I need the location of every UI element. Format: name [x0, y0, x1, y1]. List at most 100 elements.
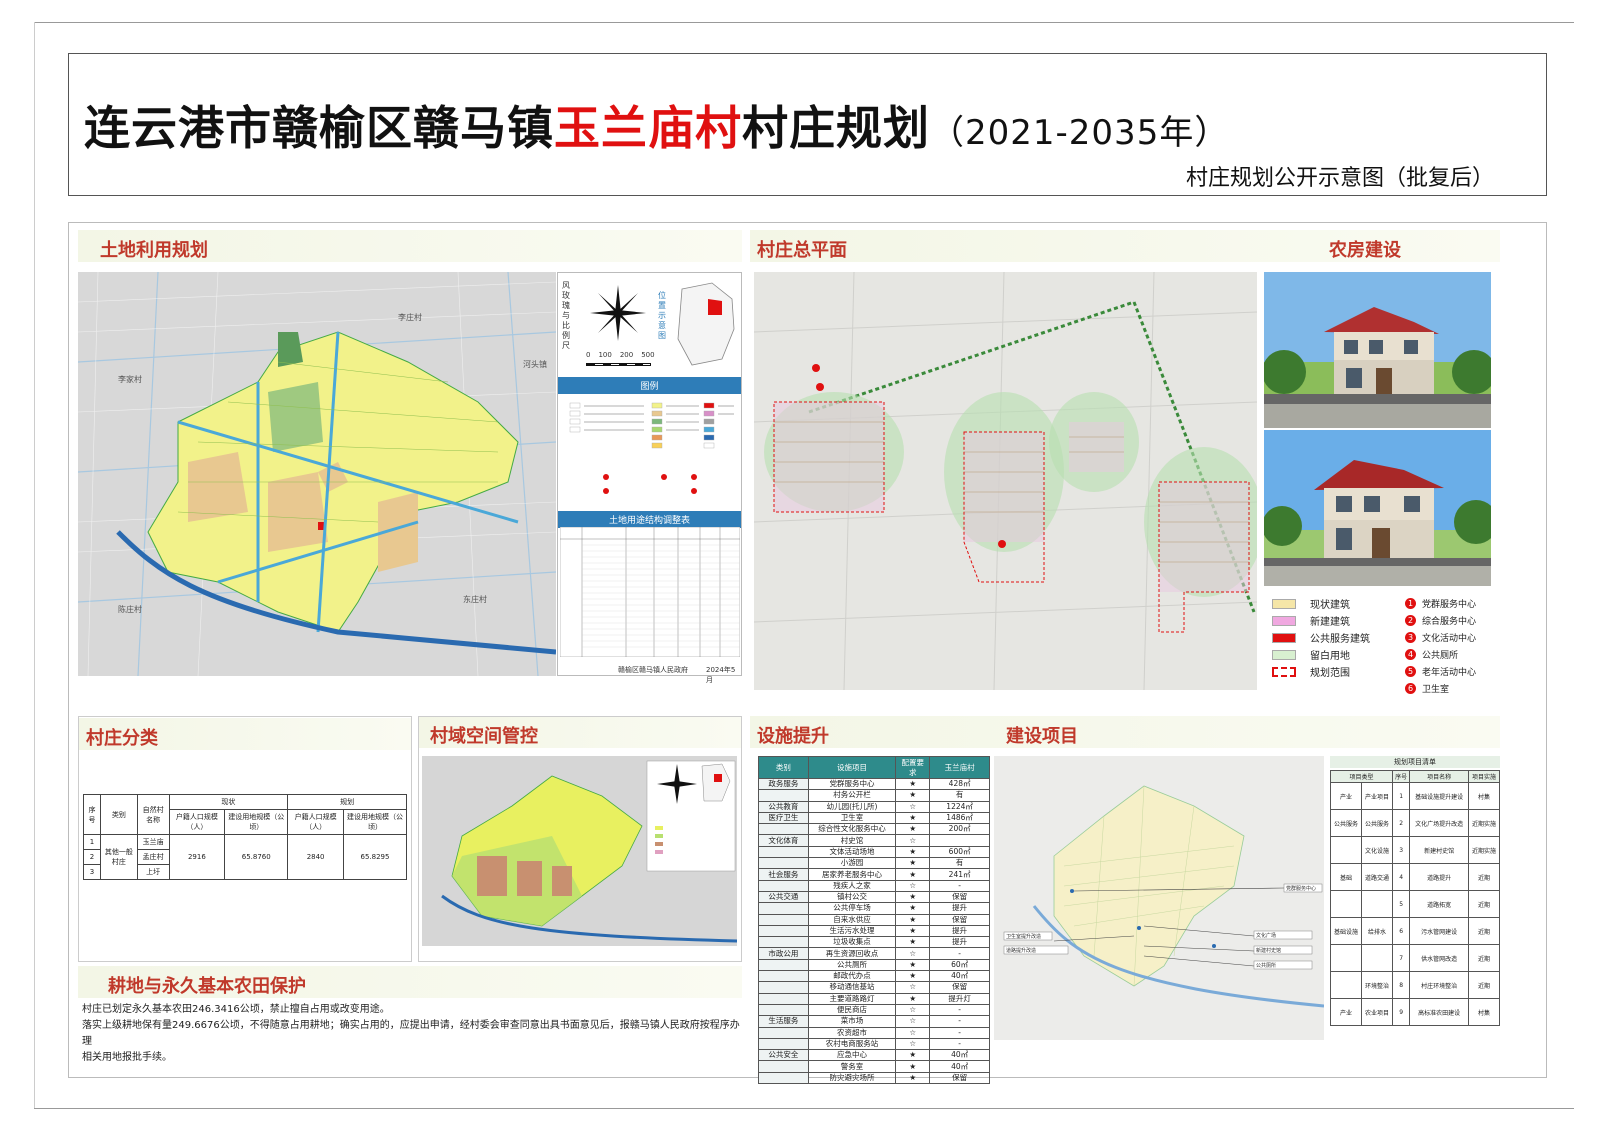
- map-label: 卫生室提升改造: [1006, 933, 1041, 940]
- cell-cat: 公共教育: [758, 800, 809, 813]
- cell-cat: 社会服务: [758, 868, 809, 881]
- col-header: 户籍人口规模（人）: [287, 809, 344, 835]
- cell-req: ★: [895, 1060, 931, 1073]
- cell-item: 公共厕所: [807, 958, 897, 972]
- cell-cat: [758, 913, 809, 926]
- master-plan-map: [754, 272, 1257, 690]
- cell-item: 警务室: [807, 1060, 897, 1073]
- table-row: 综合性文化服务中心 ★ 200㎡: [758, 823, 990, 836]
- frame-bottom-line: [34, 1108, 1574, 1109]
- cell-item: 残疾人之家: [807, 879, 897, 892]
- map-label: 公共厕所: [1256, 962, 1276, 969]
- cell-impl: 近期: [1467, 917, 1501, 945]
- cell-item: 公共停车场: [807, 902, 897, 915]
- table-row: 主要道路路灯 ★ 提升灯: [758, 992, 990, 1005]
- legend-label: 规划范围: [1310, 668, 1350, 679]
- cell-type: [1329, 890, 1363, 918]
- cell-type: 产业: [1329, 998, 1363, 1026]
- cell-item: 综合性文化服务中心: [807, 823, 897, 836]
- legend-items: [564, 397, 736, 507]
- cell-req: ★: [895, 970, 931, 983]
- cell-cat: 公共安全: [758, 1049, 809, 1062]
- table-row: 公共交通 镇村公交 ★ 保留: [758, 890, 990, 904]
- numbered-label: 文化活动中心: [1422, 634, 1477, 644]
- cell-req: ★: [895, 890, 931, 904]
- numbered-item: 6 卫生室: [1405, 680, 1476, 697]
- classification-table: 序号 类别 自然村名称 现状 规划 户籍人口规模（人） 建设用地规模（公顷） 户…: [83, 794, 408, 880]
- cell-cat: [758, 924, 809, 938]
- map-label: 党群服务中心: [1286, 885, 1316, 892]
- cell-no: 9: [1392, 998, 1411, 1026]
- cell-category: 其他一般村庄: [99, 834, 138, 880]
- cell-cat: [758, 1060, 809, 1073]
- cell-name: 道路拓宽: [1409, 890, 1469, 918]
- cell-cat: 市政公用: [758, 947, 809, 960]
- farmland-line: 相关用地报批手续。: [82, 1052, 172, 1063]
- master-plan-title: 村庄总平面: [757, 240, 847, 261]
- table-row: 文体活动场地 ★ 600㎡: [758, 845, 990, 859]
- numbered-item: 1 党群服务中心: [1405, 595, 1476, 612]
- table-row: 5 道路拓宽 近期: [1329, 890, 1501, 918]
- legend-label: 留白用地: [1310, 651, 1350, 662]
- farmland-line: 村庄已划定永久基本农田246.3416公顷，禁止擅自占用或改变用途。: [82, 1004, 390, 1015]
- cell-val: -: [929, 947, 990, 960]
- village-label: 李家村: [118, 374, 142, 384]
- cell-no: 1: [1392, 782, 1411, 810]
- farmland-text: 村庄已划定永久基本农田246.3416公顷，禁止擅自占用或改变用途。 落实上级耕…: [82, 1002, 742, 1066]
- cell-req: ☆: [895, 1003, 931, 1017]
- number-badge: 5: [1405, 666, 1416, 677]
- village-label: 陈庄村: [118, 604, 142, 614]
- cell-no: 3: [1392, 836, 1411, 864]
- cell-sub: [1361, 890, 1394, 918]
- cell-no: 8: [1392, 971, 1411, 999]
- cell-val: -: [929, 879, 990, 892]
- cell-cat: [758, 789, 809, 802]
- numbered-item: 5 老年活动中心: [1405, 663, 1476, 680]
- cell-val: 保留: [929, 1071, 990, 1085]
- cell-impl: 近期: [1467, 971, 1501, 999]
- legend-swatch: [1272, 649, 1296, 660]
- cell-cat: [758, 845, 809, 859]
- cell-name: 供水管网改造: [1409, 944, 1469, 972]
- land-use-side-panel: 风玫瑰与比例尺 0 100 200 500 位置示意图 图例 土地用途结构调整表…: [557, 272, 742, 684]
- cell-sub: 文化设施: [1361, 836, 1394, 864]
- title-part1: 连云港市赣榆区赣马镇: [84, 101, 554, 155]
- cell-req: ☆: [895, 981, 931, 994]
- projects-table: 项目类型 序号 项目名称 项目实施 产业 产业项目 1 基础设施提升建设 村集 公共服务公…: [1329, 770, 1501, 1026]
- cell-val: 1486㎡: [929, 811, 990, 825]
- cell-name: 村庄环境整治: [1409, 971, 1469, 999]
- cell-name: 污水管网建设: [1409, 917, 1469, 945]
- table-row: 文化设施 3 新建村史馆 近期实施: [1329, 836, 1501, 864]
- village-label: 东庄村: [463, 594, 487, 604]
- number-badge: 4: [1405, 649, 1416, 660]
- cell-val: -: [929, 1037, 990, 1051]
- table-row: 警务室 ★ 40㎡: [758, 1060, 990, 1073]
- cell-sub: [1361, 944, 1394, 972]
- table-row: 生活服务 菜市场 ☆ -: [758, 1015, 990, 1028]
- cell-impl: 近期实施: [1467, 809, 1501, 837]
- legend-label: 现状建筑: [1310, 600, 1350, 611]
- cell-item: 农村电商服务站: [807, 1037, 897, 1051]
- housing-title: 农房建设: [1329, 240, 1401, 261]
- table-row: 生活污水处理 ★ 提升: [758, 924, 990, 938]
- cell-no: 2: [83, 849, 101, 865]
- col-header: 项目类型: [1329, 770, 1394, 783]
- cell-val: 200㎡: [929, 823, 990, 836]
- legend-swatch: [1272, 598, 1296, 609]
- col-header: 自然村名称: [136, 794, 170, 835]
- numbered-label: 公共厕所: [1422, 651, 1459, 661]
- cell-no: 3: [83, 864, 101, 880]
- numbered-label: 综合服务中心: [1422, 617, 1477, 627]
- col-header: 建设用地规模（公顷）: [224, 809, 289, 835]
- cell-cat: [758, 970, 809, 983]
- page-subtitle: 村庄规划公开示意图（批复后）: [1186, 166, 1495, 191]
- cell-item: 镇村公交: [807, 890, 897, 904]
- cell-village: 孟庄村: [136, 849, 170, 865]
- number-badge: 6: [1405, 683, 1416, 694]
- table-row: 小游园 ★ 有: [758, 857, 990, 870]
- col-header: 序号: [83, 794, 101, 835]
- cell-val: 40㎡: [929, 1060, 990, 1073]
- frame-left-line: [34, 22, 35, 1108]
- legend-item: 现状建筑: [1272, 595, 1370, 612]
- cell-cat: 公共交通: [758, 890, 809, 904]
